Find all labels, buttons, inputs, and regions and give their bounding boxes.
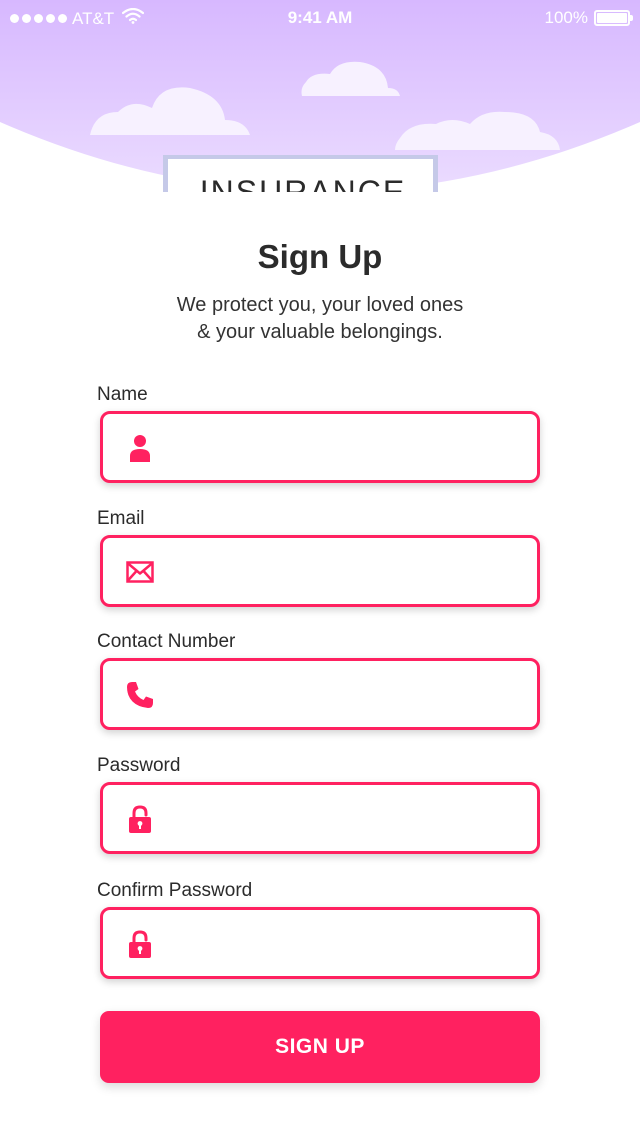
envelope-icon	[125, 558, 155, 586]
password-field[interactable]	[100, 782, 540, 854]
name-input[interactable]	[173, 414, 528, 480]
battery-percent: 100%	[544, 8, 588, 27]
status-right: 100%	[544, 8, 633, 28]
subtitle-line-1: We protect you, your loved ones	[176, 294, 464, 316]
page-title: Sign Up	[257, 238, 383, 275]
confirm-password-input[interactable]	[173, 910, 528, 976]
contact-number-label: Contact Number	[97, 631, 236, 652]
email-label: Email	[97, 508, 145, 529]
email-input[interactable]	[173, 538, 528, 604]
user-icon	[125, 434, 155, 462]
confirm-password-label: Confirm Password	[97, 880, 253, 901]
password-input[interactable]	[173, 785, 528, 851]
confirm-password-field[interactable]	[100, 907, 540, 979]
sign-up-button[interactable]: SIGN UP	[100, 1011, 540, 1083]
email-field[interactable]	[100, 535, 540, 607]
page-subtitle: We protect you, your loved ones & your v…	[0, 292, 640, 346]
subtitle-line-2: & your valuable belongings.	[197, 321, 443, 343]
lock-icon	[125, 930, 155, 958]
sign-text: INSURANCE	[200, 174, 406, 200]
password-label: Password	[97, 755, 181, 776]
phone-icon	[125, 681, 155, 709]
name-label: Name	[97, 384, 148, 405]
contact-number-field[interactable]	[100, 658, 540, 730]
name-field[interactable]	[100, 411, 540, 483]
status-bar: AT&T 9:41 AM 100%	[0, 0, 640, 36]
battery-icon	[594, 10, 633, 26]
contact-number-input[interactable]	[173, 661, 528, 727]
insurance-sign: INSURANCE	[163, 155, 438, 200]
lock-icon	[125, 805, 155, 833]
